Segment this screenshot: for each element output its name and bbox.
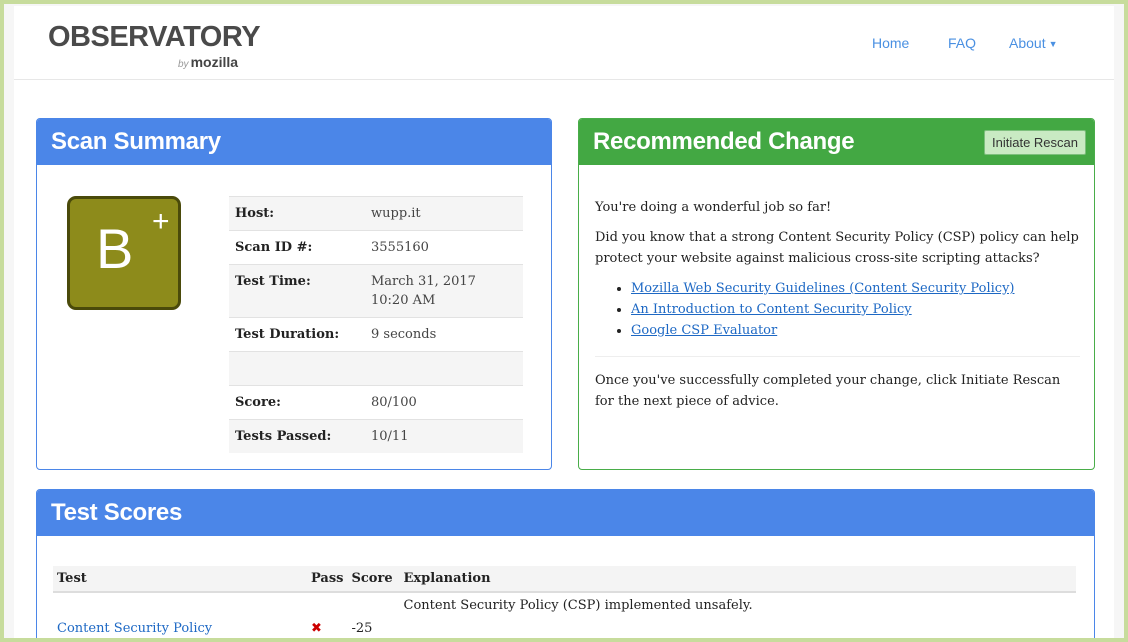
- summary-value: [365, 351, 523, 386]
- scan-summary-title: Scan Summary: [51, 128, 221, 155]
- table-header-row: Test Pass Score Explanation: [53, 566, 1076, 593]
- summary-value: 80/100: [365, 385, 523, 420]
- brand-by: by: [178, 59, 189, 70]
- nav-about[interactable]: About ▼: [1009, 35, 1058, 51]
- grade-badge: B +: [67, 196, 181, 310]
- brand-title: OBSERVATORY: [48, 21, 261, 53]
- test-scores-table: Test Pass Score Explanation Content Secu…: [53, 566, 1076, 641]
- pass-cell: ✖: [307, 592, 348, 641]
- initiate-rescan-button[interactable]: Initiate Rescan: [984, 130, 1086, 155]
- scan-summary-header: Scan Summary: [37, 119, 551, 165]
- recommendation-outro: Once you've successfully completed your …: [595, 373, 1061, 409]
- recommended-change-body: You're doing a wonderful job so far! Did…: [595, 197, 1080, 421]
- summary-row-scan-id: Scan ID #: 3555160: [229, 230, 523, 265]
- column-header-pass: Pass: [307, 566, 348, 593]
- nav-faq[interactable]: FAQ: [948, 35, 976, 51]
- divider: [595, 356, 1080, 357]
- grade-letter: B: [96, 217, 134, 280]
- summary-value: March 31, 2017 10:20 AM: [365, 264, 523, 318]
- caret-down-icon: ▼: [1048, 39, 1058, 49]
- list-item: Mozilla Web Security Guidelines (Content…: [631, 278, 1080, 299]
- link-mozilla-guidelines[interactable]: Mozilla Web Security Guidelines (Content…: [631, 281, 1014, 296]
- nav-about-label: About: [1009, 35, 1046, 51]
- summary-row-empty: [229, 351, 523, 386]
- test-scores-title: Test Scores: [51, 499, 182, 526]
- summary-label: Host:: [229, 196, 365, 231]
- summary-value: 10/11: [365, 419, 523, 453]
- recommended-change-header: Recommended Change Initiate Rescan: [579, 119, 1094, 165]
- summary-table: Host: wupp.it Scan ID #: 3555160 Test Time…: [229, 196, 523, 453]
- scan-summary-panel: Scan Summary B + Host: wupp.it Scan ID #:…: [36, 118, 552, 470]
- column-header-test: Test: [53, 566, 307, 593]
- test-name-cell: Content Security Policy: [53, 592, 307, 641]
- summary-row-host: Host: wupp.it: [229, 196, 523, 231]
- grade-modifier: +: [152, 205, 170, 238]
- recommended-change-title: Recommended Change: [593, 128, 855, 155]
- summary-row-test-duration: Test Duration: 9 seconds: [229, 317, 523, 352]
- test-scores-panel: Test Scores Test Pass Score Explanation …: [36, 489, 1095, 642]
- summary-row-score: Score: 80/100: [229, 385, 523, 420]
- list-item: An Introduction to Content Security Poli…: [631, 299, 1080, 320]
- test-name-link[interactable]: Content Security Policy: [57, 621, 212, 636]
- brand-logo[interactable]: OBSERVATORY by mozilla: [48, 21, 261, 70]
- recommendation-text: Did you know that a strong Content Secur…: [595, 230, 1079, 266]
- summary-row-test-time: Test Time: March 31, 2017 10:20 AM: [229, 264, 523, 318]
- summary-value: 3555160: [365, 230, 523, 265]
- navbar: OBSERVATORY by mozilla Home FAQ About ▼: [14, 6, 1114, 80]
- summary-label: Score:: [229, 385, 365, 420]
- summary-value: 9 seconds: [365, 317, 523, 352]
- summary-value: wupp.it: [365, 196, 523, 231]
- summary-row-tests-passed: Tests Passed: 10/11: [229, 419, 523, 453]
- page: OBSERVATORY by mozilla Home FAQ About ▼ Sc…: [14, 6, 1114, 642]
- summary-label: Tests Passed:: [229, 419, 365, 453]
- list-item: Google CSP Evaluator: [631, 320, 1080, 341]
- summary-label: Test Time:: [229, 264, 365, 318]
- column-header-explanation: Explanation: [399, 566, 1076, 593]
- test-scores-header: Test Scores: [37, 490, 1094, 536]
- link-google-csp-evaluator[interactable]: Google CSP Evaluator: [631, 323, 777, 338]
- nav-home[interactable]: Home: [872, 35, 909, 51]
- summary-label: [229, 351, 365, 386]
- fail-icon: ✖: [311, 621, 322, 636]
- recommendation-intro: You're doing a wonderful job so far!: [595, 200, 832, 215]
- brand-mozilla: mozilla: [190, 54, 239, 70]
- recommended-change-panel: Recommended Change Initiate Rescan You'r…: [578, 118, 1095, 470]
- column-header-score: Score: [347, 566, 400, 593]
- table-row: Content Security Policy ✖ -25 Content Se…: [53, 592, 1076, 641]
- explanation-cell: Content Security Policy (CSP) implemente…: [403, 598, 753, 613]
- recommendation-links: Mozilla Web Security Guidelines (Content…: [595, 278, 1080, 341]
- score-cell: -25: [351, 621, 373, 636]
- brand-subtitle: by mozilla: [178, 54, 238, 70]
- summary-label: Test Duration:: [229, 317, 365, 352]
- link-csp-introduction[interactable]: An Introduction to Content Security Poli…: [631, 302, 912, 317]
- summary-label: Scan ID #:: [229, 230, 365, 265]
